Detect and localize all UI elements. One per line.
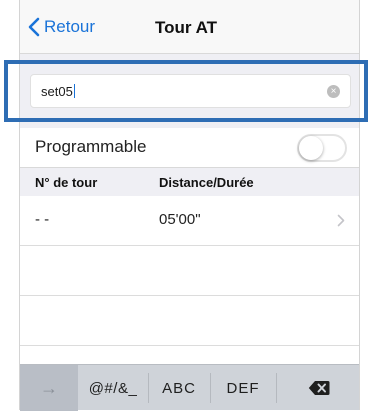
programmable-toggle[interactable] xyxy=(297,134,347,162)
back-button[interactable]: Retour xyxy=(28,17,95,37)
programmable-row: Programmable xyxy=(20,128,359,168)
back-button-label: Retour xyxy=(44,17,96,36)
chevron-right-icon xyxy=(337,214,345,227)
cell-distance: 05'00" xyxy=(159,211,201,228)
search-input-value: set05 xyxy=(41,84,75,99)
empty-row xyxy=(20,296,359,346)
page-title: Tour AT xyxy=(155,18,217,37)
toggle-knob xyxy=(299,136,323,160)
table-header: N° de tour Distance/Durée xyxy=(20,168,359,196)
search-input[interactable]: set05 × xyxy=(30,74,351,108)
next-key[interactable]: → xyxy=(20,365,78,411)
keyboard-bar: → @#/&_ ABC DEF xyxy=(20,364,361,411)
empty-row xyxy=(20,346,359,364)
chevron-left-icon xyxy=(28,17,40,37)
delete-key[interactable] xyxy=(276,365,361,411)
empty-row xyxy=(20,246,359,296)
backspace-icon xyxy=(308,381,329,395)
text-caret xyxy=(73,84,75,98)
def-key[interactable]: DEF xyxy=(210,365,276,411)
app-screen: Retour Tour AT set05 × Programmable N° d… xyxy=(19,0,361,411)
table-row[interactable]: - - 05'00" xyxy=(20,196,359,246)
abc-key[interactable]: ABC xyxy=(148,365,210,411)
cell-tour: - - xyxy=(35,211,50,228)
navigation-bar: Retour Tour AT xyxy=(20,0,359,54)
symbols-key[interactable]: @#/&_ xyxy=(78,365,148,411)
column-header-distance: Distance/Durée xyxy=(159,175,254,190)
search-field-area: set05 × xyxy=(20,54,359,128)
programmable-label: Programmable xyxy=(35,137,147,156)
clear-icon[interactable]: × xyxy=(327,85,340,98)
column-header-tour: N° de tour xyxy=(35,175,98,190)
